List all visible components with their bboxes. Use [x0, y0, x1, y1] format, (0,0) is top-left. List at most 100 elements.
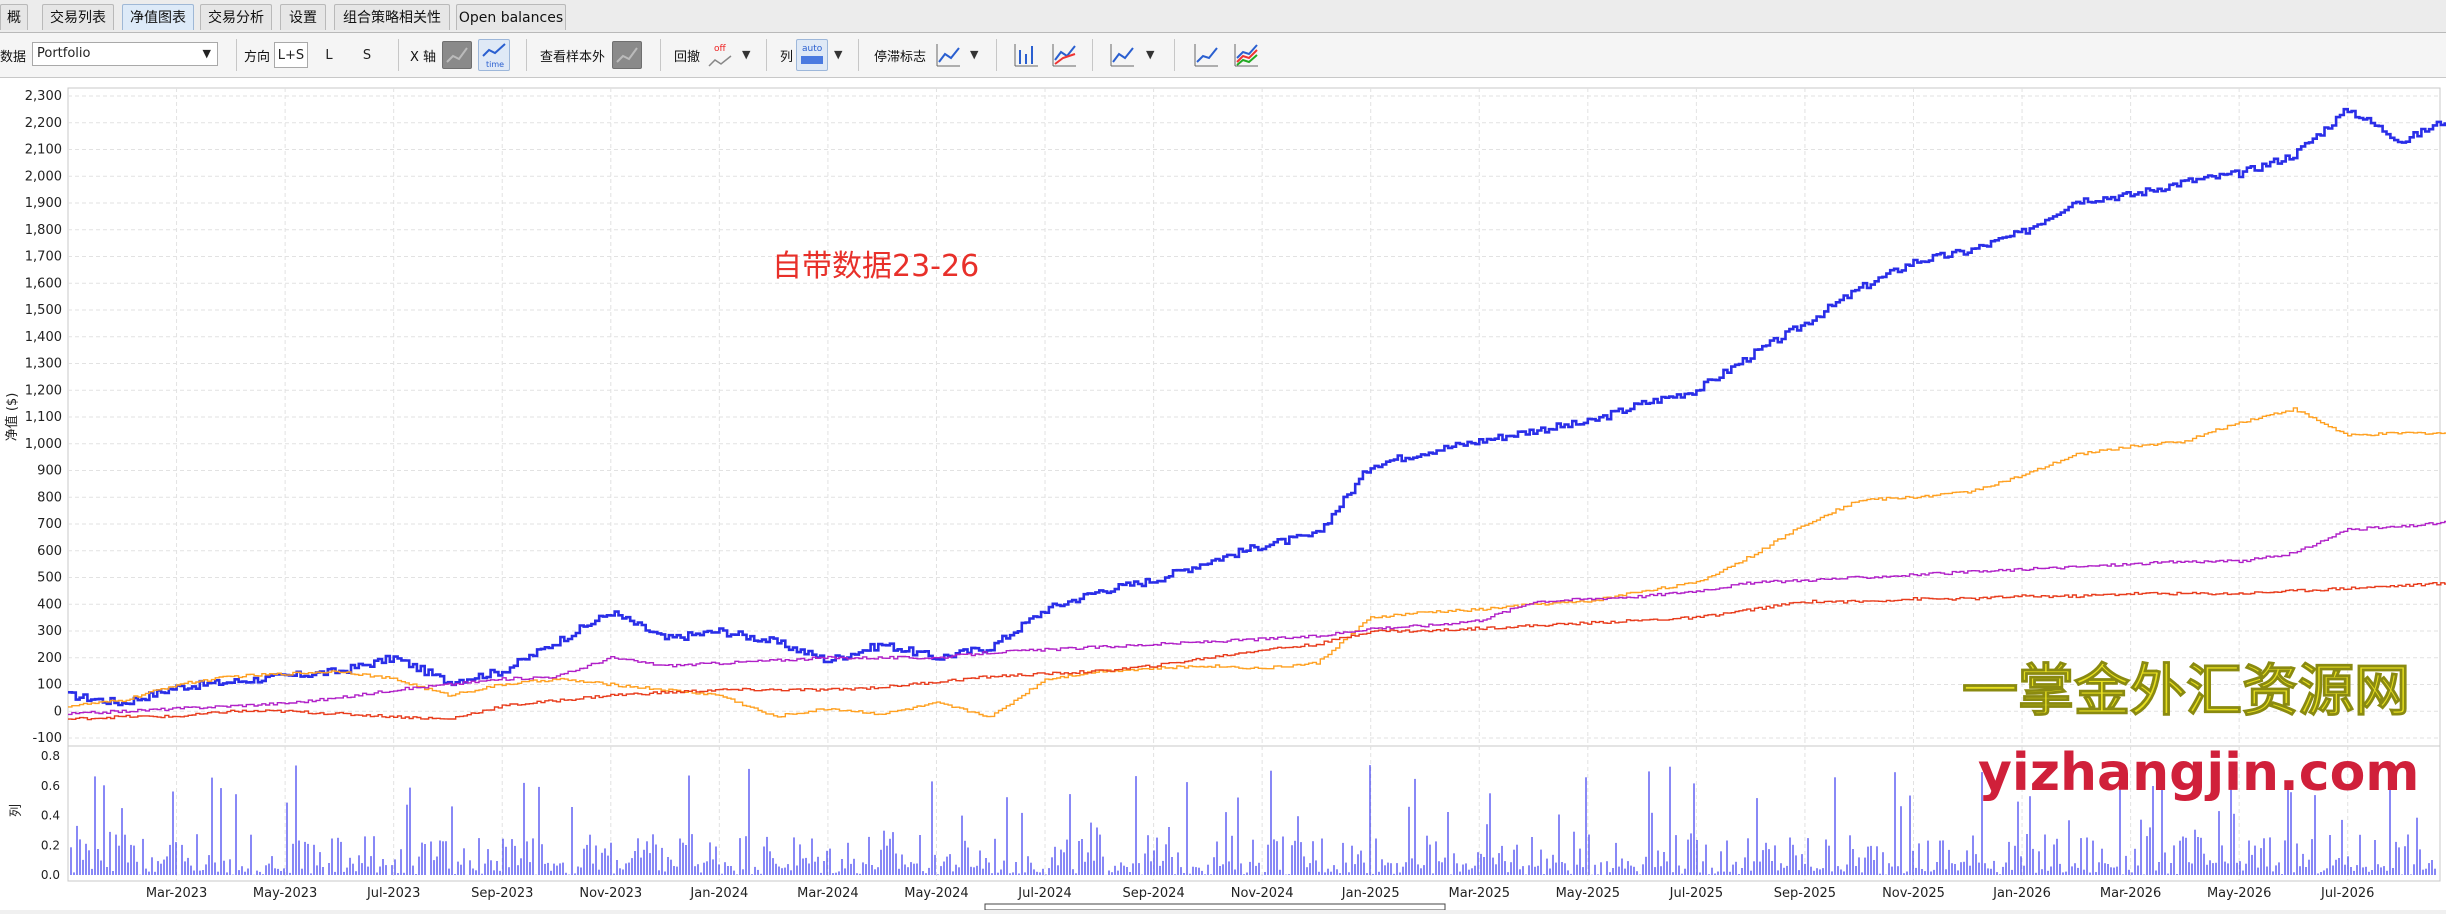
- y-tick-label: 1,300: [25, 357, 62, 372]
- y-tick-label: 1,600: [25, 276, 62, 291]
- horizontal-scrollbar: [984, 903, 1446, 911]
- line-chart-icon: [1194, 44, 1218, 67]
- auto-columns-icon: auto: [801, 44, 823, 64]
- data-select-value: Portfolio: [37, 46, 91, 61]
- chevron-down-icon[interactable]: ▼: [970, 48, 978, 61]
- direction-ls-button[interactable]: L+S: [274, 42, 308, 68]
- separator: [996, 39, 997, 71]
- y-tick-label: 100: [37, 678, 62, 693]
- separator: [1174, 39, 1175, 71]
- chart-annotation: 自带数据23-26: [772, 249, 979, 284]
- direction-label: 方向: [244, 50, 271, 65]
- volume-axis-title: 列: [9, 804, 24, 817]
- watermark-url: yizhangjin.com: [1978, 743, 2420, 803]
- chevron-down-icon: ▼: [202, 47, 211, 60]
- direction-s-button[interactable]: S: [356, 42, 378, 68]
- y-tick-label: 500: [37, 571, 62, 586]
- x-tick-label: May-2026: [2207, 886, 2271, 901]
- y-tick-label: 2,300: [25, 89, 62, 104]
- data-select[interactable]: Portfolio ▼: [32, 42, 218, 66]
- y-tick-label: 2,100: [25, 143, 62, 158]
- y-tick-label: 1,900: [25, 196, 62, 211]
- stop-marker-button[interactable]: [932, 39, 964, 71]
- tab-bar: 概论交易列表净值图表交易分析设置组合策略相关性Open balances: [0, 0, 2446, 52]
- x-tick-label: Mar-2025: [1449, 886, 1510, 901]
- compare-chart-button[interactable]: [1048, 39, 1080, 71]
- y-tick-label: 1,800: [25, 223, 62, 238]
- x-tick-label: Sep-2024: [1122, 886, 1184, 901]
- x-tick-label: May-2024: [904, 886, 968, 901]
- bar-chart-icon: [1014, 44, 1038, 67]
- volume-y-tick-label: 0.0: [41, 868, 60, 882]
- y-tick-label: 2,200: [25, 116, 62, 131]
- drawdown-label: 回撤: [674, 50, 701, 65]
- x-tick-label: Mar-2026: [2100, 886, 2161, 901]
- single-series-button[interactable]: [1190, 39, 1222, 71]
- x-tick-label: Jul-2026: [2320, 886, 2374, 901]
- x-tick-label: May-2025: [1556, 886, 1620, 901]
- separator: [236, 39, 237, 71]
- bar-chart-button[interactable]: [1010, 39, 1042, 71]
- chevron-down-icon[interactable]: ▼: [742, 48, 750, 61]
- x-tick-label: Jan-2024: [689, 886, 748, 901]
- volume-y-tick-label: 0.8: [41, 749, 60, 763]
- separator: [766, 39, 767, 71]
- y-tick-label: 200: [37, 651, 62, 666]
- x-tick-label: Jul-2024: [1017, 886, 1071, 901]
- separator: [526, 39, 527, 71]
- main-plot-frame: [67, 87, 2441, 749]
- y-tick-label: 600: [37, 544, 62, 559]
- volume-y-tick-label: 0.2: [41, 838, 60, 852]
- volume-y-tick-label: 0.6: [41, 779, 60, 793]
- tab-1[interactable]: 交易列表: [42, 4, 114, 30]
- x-tick-label: Sep-2025: [1774, 886, 1836, 901]
- volume-y-tick-label: 0.4: [41, 809, 60, 823]
- columns-label: 列: [780, 50, 794, 65]
- x-tick-label: Jan-2025: [1341, 886, 1400, 901]
- line-chart-icon: [616, 47, 638, 63]
- chart-toolbar: 数据 Portfolio ▼ 方向 L+S L S X 轴 time 查看样本外…: [0, 33, 2446, 78]
- x-tick-label: Nov-2025: [1882, 886, 1945, 901]
- tab-0[interactable]: 概论: [0, 4, 28, 52]
- y-tick-label: 800: [37, 490, 62, 505]
- xaxis-time-button[interactable]: time: [478, 39, 510, 71]
- time-chart-icon: time: [482, 43, 506, 69]
- tab-5[interactable]: 组合策略相关性: [334, 4, 450, 30]
- x-tick-label: Jul-2025: [1669, 886, 1723, 901]
- x-tick-label: Jan-2026: [1992, 886, 2051, 901]
- y-tick-label: 1,200: [25, 383, 62, 398]
- oos-toggle-button[interactable]: [612, 41, 642, 69]
- y-tick-label: 1,400: [25, 330, 62, 345]
- multi-line-chart-icon: [1234, 44, 1258, 67]
- y-tick-label: 400: [37, 597, 62, 612]
- equity-chart: -100 0 100 200 300 400 500 600 700 800 900 1,000 1,1…: [4, 87, 2446, 911]
- x-tick-label: Mar-2023: [146, 886, 207, 901]
- y-tick-label: 900: [37, 464, 62, 479]
- columns-auto-button[interactable]: auto: [796, 39, 828, 71]
- chevron-down-icon[interactable]: ▼: [834, 48, 842, 61]
- y-tick-label: 1,100: [25, 410, 62, 425]
- tab-6[interactable]: Open balances: [456, 4, 566, 30]
- x-tick-label: Sep-2023: [471, 886, 533, 901]
- tab-4[interactable]: 设置: [280, 4, 326, 30]
- chart-style-button[interactable]: [1106, 39, 1138, 71]
- y-tick-label: 300: [37, 624, 62, 639]
- line-chart-icon: [1110, 44, 1134, 67]
- y-tick-label: -100: [32, 731, 62, 746]
- chevron-down-icon[interactable]: ▼: [1146, 48, 1154, 61]
- svg-text:off: off: [714, 44, 727, 54]
- y-axis-title: 净值 ($): [4, 393, 20, 442]
- drawdown-button[interactable]: off: [704, 39, 736, 71]
- watermark-cn: 一掌金外汇资源网: [1962, 659, 2410, 724]
- oos-label: 查看样本外: [540, 50, 606, 65]
- direction-l-button[interactable]: L: [318, 42, 340, 68]
- xaxis-trades-button[interactable]: [442, 41, 472, 69]
- y-tick-label: 0: [54, 704, 62, 719]
- x-tick-label: Nov-2024: [1231, 886, 1294, 901]
- multi-series-button[interactable]: [1230, 39, 1262, 71]
- tab-3[interactable]: 交易分析: [200, 4, 272, 30]
- tab-2[interactable]: 净值图表: [122, 4, 194, 30]
- svg-text:auto: auto: [802, 44, 823, 54]
- x-tick-label: May-2023: [253, 886, 317, 901]
- y-tick-label: 700: [37, 517, 62, 532]
